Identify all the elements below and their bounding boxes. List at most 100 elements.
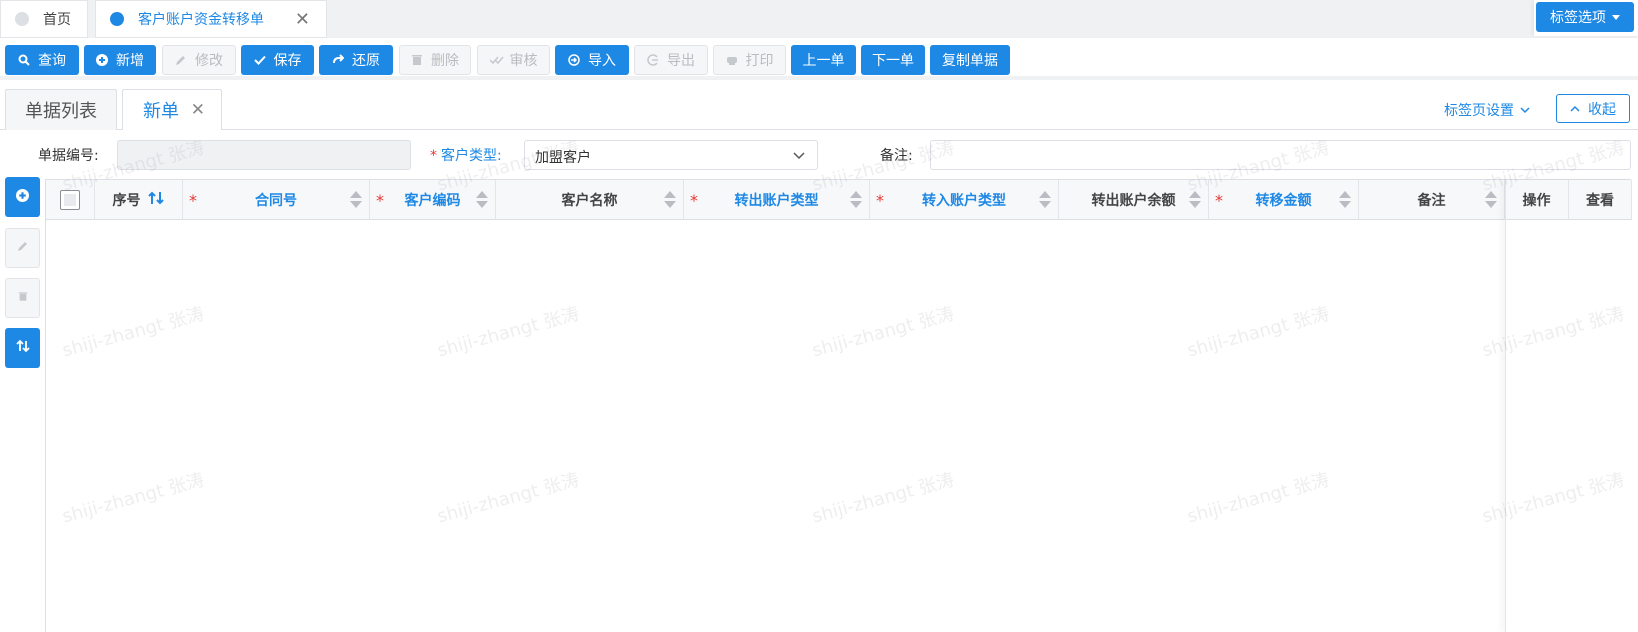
query-label: 查询 [38, 53, 66, 69]
col-out-type[interactable]: * 转出账户类型 [684, 180, 870, 220]
customer-type-label: 客户类型: [441, 148, 502, 164]
tab-settings-label: 标签页设置 [1444, 103, 1514, 119]
toolbar: 查询 新增 修改 保存 还原 删除 审核 导入 导出 打印 上一单 下一单 复制… [0, 40, 1638, 80]
edit-label: 修改 [195, 53, 223, 69]
sort-icon[interactable] [663, 191, 676, 209]
remark-input[interactable] [930, 140, 1631, 170]
tag-options-label: 标签选项 [1550, 10, 1606, 26]
tab-settings-link[interactable]: 标签页设置 [1444, 100, 1530, 120]
col-customer-code[interactable]: * 客户编码 [370, 180, 496, 220]
refresh-icon[interactable] [147, 189, 165, 211]
required-mark: * [690, 191, 698, 210]
collapse-label: 收起 [1588, 101, 1616, 118]
tag-options-button[interactable]: 标签选项 [1536, 2, 1634, 32]
close-icon[interactable]: ✕ [191, 100, 205, 120]
collapse-button[interactable]: 收起 [1556, 94, 1630, 123]
sort-icon[interactable] [849, 191, 862, 209]
delete-row-button[interactable] [5, 278, 40, 318]
export-button[interactable]: 导出 [634, 45, 708, 75]
edit-row-button[interactable] [5, 228, 40, 268]
import-icon [568, 54, 580, 66]
plus-circle-icon [16, 188, 29, 206]
customer-type-label-wrap: * 客户类型: [430, 145, 502, 165]
export-label: 导出 [667, 53, 695, 69]
swap-row-button[interactable] [5, 328, 40, 368]
restore-button[interactable]: 还原 [319, 45, 393, 75]
chevron-down-icon [793, 148, 805, 164]
delete-button[interactable]: 删除 [399, 45, 471, 75]
col-out-balance[interactable]: 转出账户余额 [1059, 180, 1209, 220]
select-all-checkbox[interactable] [60, 190, 80, 210]
col-customer-name-label: 客户名称 [561, 193, 618, 209]
tab-doc-list-label: 单据列表 [25, 101, 97, 122]
chevron-up-icon [1570, 101, 1580, 117]
restore-label: 还原 [352, 53, 380, 69]
sort-icon[interactable] [1038, 191, 1051, 209]
col-in-type[interactable]: * 转入账户类型 [870, 180, 1059, 220]
query-button[interactable]: 查询 [5, 45, 79, 75]
tab-active-label: 客户账户资金转移单 [138, 12, 264, 28]
save-button[interactable]: 保存 [241, 45, 314, 75]
save-label: 保存 [273, 53, 302, 69]
trash-icon [411, 54, 423, 66]
add-button[interactable]: 新增 [84, 45, 156, 75]
sort-icon[interactable] [475, 191, 488, 209]
col-customer-name[interactable]: 客户名称 [496, 180, 684, 220]
doc-no-input[interactable] [117, 140, 411, 170]
tab-home-label: 首页 [43, 12, 71, 28]
copy-button[interactable]: 复制单据 [930, 45, 1010, 75]
check-icon [253, 54, 266, 66]
sort-icon[interactable] [1338, 191, 1351, 209]
col-in-type-label: 转入账户类型 [922, 193, 1006, 209]
printer-icon [726, 54, 738, 66]
edit-button[interactable]: 修改 [162, 45, 236, 75]
close-icon[interactable]: ✕ [295, 9, 310, 30]
customer-type-value: 加盟客户 [535, 150, 591, 166]
next-button[interactable]: 下一单 [861, 45, 925, 75]
col-amount-label: 转移金额 [1255, 193, 1312, 209]
add-row-button[interactable] [5, 177, 40, 217]
col-customer-code-label: 客户编码 [404, 193, 461, 209]
sort-icon[interactable] [349, 191, 362, 209]
col-amount[interactable]: * 转移金额 [1209, 180, 1359, 220]
required-mark: * [376, 191, 384, 210]
sort-icon[interactable] [1484, 191, 1497, 209]
tab-home[interactable]: 首页 [0, 0, 88, 38]
caret-down-icon [1612, 14, 1620, 20]
col-seq: 序号 [95, 180, 183, 220]
plus-circle-icon [96, 54, 108, 66]
col-remark-label: 备注 [1417, 193, 1446, 209]
tab-active-dot-icon [110, 12, 124, 26]
col-contract[interactable]: * 合同号 [183, 180, 370, 220]
next-label: 下一单 [872, 53, 914, 69]
redo-icon [332, 54, 344, 66]
chevron-down-icon [1520, 102, 1530, 118]
remark-label: 备注: [880, 148, 913, 164]
top-tab-strip: 首页 客户账户资金转移单 ✕ 标签选项 [0, 0, 1638, 38]
search-icon [18, 54, 30, 66]
select-all-cell [46, 180, 95, 220]
detail-grid: 序号 * 合同号 * 客户编码 客户名称 * 转出账户类型 * 转入账户类型 转… [45, 179, 1632, 632]
swap-icon [15, 339, 30, 357]
tab-new-doc-label: 新单 [143, 101, 179, 122]
review-button[interactable]: 审核 [477, 45, 550, 75]
print-button[interactable]: 打印 [713, 45, 786, 75]
required-mark: * [1215, 191, 1223, 210]
print-label: 打印 [745, 53, 774, 69]
export-icon [647, 54, 659, 66]
doc-no-label: 单据编号: [38, 148, 99, 164]
sort-icon[interactable] [1188, 191, 1201, 209]
tab-new-doc[interactable]: 新单 ✕ [122, 89, 222, 130]
import-button[interactable]: 导入 [555, 45, 629, 75]
col-seq-label: 序号 [112, 193, 141, 209]
copy-label: 复制单据 [942, 53, 998, 69]
prev-label: 上一单 [802, 53, 845, 69]
page: 首页 客户账户资金转移单 ✕ 标签选项 查询 新增 修改 保存 还原 删除 审核… [0, 0, 1638, 632]
col-out-balance-label: 转出账户余额 [1091, 193, 1176, 209]
tab-transfer-order[interactable]: 客户账户资金转移单 ✕ [95, 0, 327, 38]
prev-button[interactable]: 上一单 [791, 45, 856, 75]
col-remark[interactable]: 备注 [1359, 180, 1505, 220]
customer-type-select[interactable]: 加盟客户 [524, 140, 818, 170]
tab-doc-list[interactable]: 单据列表 [5, 89, 117, 130]
pencil-icon [17, 240, 29, 256]
